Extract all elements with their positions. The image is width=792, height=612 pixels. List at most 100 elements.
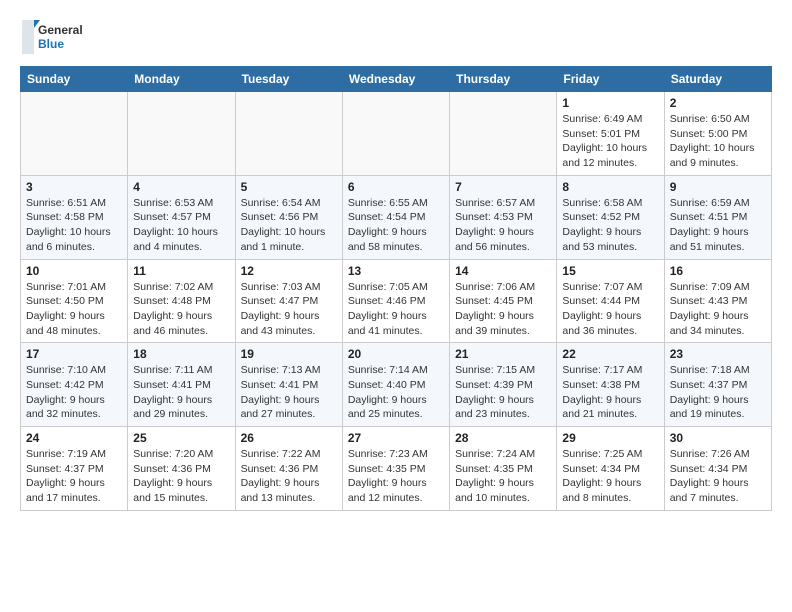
day-cell: 9 Sunrise: 6:59 AM Sunset: 4:51 PM Daylig… [664,175,771,259]
day-number: 18 [133,347,229,361]
day-cell: 22Sunrise: 7:17 AM Sunset: 4:38 PM Dayli… [557,343,664,427]
day-info: Sunrise: 6:59 AM Sunset: 4:51 PM Dayligh… [670,196,766,255]
day-number: 7 [455,180,551,194]
day-number: 13 [348,264,444,278]
day-number: 4 [133,180,229,194]
weekday-saturday: Saturday [664,67,771,92]
weekday-sunday: Sunday [21,67,128,92]
day-cell: 1 Sunrise: 6:49 AM Sunset: 5:01 PM Daylig… [557,92,664,176]
day-cell: 25 Sunrise: 7:20 AM Sunset: 4:36 PM Dayli… [128,427,235,511]
day-number: 6 [348,180,444,194]
day-info: Sunrise: 7:26 AM Sunset: 4:34 PM Dayligh… [670,447,766,506]
weekday-header: SundayMondayTuesdayWednesdayThursdayFrid… [21,67,772,92]
day-number: 23 [670,347,766,361]
day-cell [128,92,235,176]
day-number: 12 [241,264,337,278]
day-cell: 28 Sunrise: 7:24 AM Sunset: 4:35 PM Dayli… [450,427,557,511]
day-cell [342,92,449,176]
day-info: Sunrise: 7:20 AM Sunset: 4:36 PM Dayligh… [133,447,229,506]
day-info: Sunrise: 7:17 AM Sunset: 4:38 PM Dayligh… [562,363,658,422]
day-number: 29 [562,431,658,445]
day-number: 20 [348,347,444,361]
day-number: 1 [562,96,658,110]
day-cell [450,92,557,176]
day-number: 10 [26,264,122,278]
day-info: Sunrise: 7:15 AM Sunset: 4:39 PM Dayligh… [455,363,551,422]
day-info: Sunrise: 7:07 AM Sunset: 4:44 PM Dayligh… [562,280,658,339]
day-info: Sunrise: 6:49 AM Sunset: 5:01 PM Dayligh… [562,112,658,171]
calendar: SundayMondayTuesdayWednesdayThursdayFrid… [20,66,772,511]
day-number: 17 [26,347,122,361]
day-number: 28 [455,431,551,445]
svg-text:Blue: Blue [38,37,64,51]
day-cell: 14Sunrise: 7:06 AM Sunset: 4:45 PM Dayli… [450,259,557,343]
day-cell: 2 Sunrise: 6:50 AM Sunset: 5:00 PM Daylig… [664,92,771,176]
weekday-thursday: Thursday [450,67,557,92]
day-info: Sunrise: 7:22 AM Sunset: 4:36 PM Dayligh… [241,447,337,506]
weekday-monday: Monday [128,67,235,92]
day-info: Sunrise: 6:53 AM Sunset: 4:57 PM Dayligh… [133,196,229,255]
day-info: Sunrise: 7:24 AM Sunset: 4:35 PM Dayligh… [455,447,551,506]
day-cell: 7Sunrise: 6:57 AM Sunset: 4:53 PM Daylig… [450,175,557,259]
day-cell: 21 Sunrise: 7:15 AM Sunset: 4:39 PM Dayli… [450,343,557,427]
day-cell: 10Sunrise: 7:01 AM Sunset: 4:50 PM Dayli… [21,259,128,343]
day-number: 25 [133,431,229,445]
day-info: Sunrise: 7:06 AM Sunset: 4:45 PM Dayligh… [455,280,551,339]
day-cell: 8 Sunrise: 6:58 AM Sunset: 4:52 PM Daylig… [557,175,664,259]
day-cell: 26 Sunrise: 7:22 AM Sunset: 4:36 PM Dayli… [235,427,342,511]
day-number: 24 [26,431,122,445]
weekday-tuesday: Tuesday [235,67,342,92]
day-info: Sunrise: 7:18 AM Sunset: 4:37 PM Dayligh… [670,363,766,422]
day-info: Sunrise: 7:19 AM Sunset: 4:37 PM Dayligh… [26,447,122,506]
day-cell: 15 Sunrise: 7:07 AM Sunset: 4:44 PM Dayli… [557,259,664,343]
day-number: 19 [241,347,337,361]
day-info: Sunrise: 7:05 AM Sunset: 4:46 PM Dayligh… [348,280,444,339]
calendar-body: 1 Sunrise: 6:49 AM Sunset: 5:01 PM Daylig… [21,92,772,511]
day-cell [235,92,342,176]
logo-svg: General Blue [20,18,90,58]
day-info: Sunrise: 7:13 AM Sunset: 4:41 PM Dayligh… [241,363,337,422]
day-cell [21,92,128,176]
day-info: Sunrise: 7:02 AM Sunset: 4:48 PM Dayligh… [133,280,229,339]
day-number: 2 [670,96,766,110]
day-info: Sunrise: 6:58 AM Sunset: 4:52 PM Dayligh… [562,196,658,255]
day-number: 21 [455,347,551,361]
day-cell: 29Sunrise: 7:25 AM Sunset: 4:34 PM Dayli… [557,427,664,511]
week-row-3: 10Sunrise: 7:01 AM Sunset: 4:50 PM Dayli… [21,259,772,343]
day-cell: 11Sunrise: 7:02 AM Sunset: 4:48 PM Dayli… [128,259,235,343]
day-number: 8 [562,180,658,194]
day-number: 9 [670,180,766,194]
day-number: 16 [670,264,766,278]
day-cell: 18 Sunrise: 7:11 AM Sunset: 4:41 PM Dayli… [128,343,235,427]
week-row-1: 1 Sunrise: 6:49 AM Sunset: 5:01 PM Daylig… [21,92,772,176]
day-cell: 12 Sunrise: 7:03 AM Sunset: 4:47 PM Dayli… [235,259,342,343]
day-number: 3 [26,180,122,194]
day-info: Sunrise: 7:14 AM Sunset: 4:40 PM Dayligh… [348,363,444,422]
day-cell: 27Sunrise: 7:23 AM Sunset: 4:35 PM Dayli… [342,427,449,511]
day-info: Sunrise: 7:09 AM Sunset: 4:43 PM Dayligh… [670,280,766,339]
day-info: Sunrise: 7:03 AM Sunset: 4:47 PM Dayligh… [241,280,337,339]
day-number: 27 [348,431,444,445]
day-cell: 17 Sunrise: 7:10 AM Sunset: 4:42 PM Dayli… [21,343,128,427]
page: General Blue SundayMondayTuesdayWednesda… [0,0,792,612]
day-info: Sunrise: 6:50 AM Sunset: 5:00 PM Dayligh… [670,112,766,171]
day-info: Sunrise: 6:54 AM Sunset: 4:56 PM Dayligh… [241,196,337,255]
day-number: 15 [562,264,658,278]
day-cell: 23 Sunrise: 7:18 AM Sunset: 4:37 PM Dayli… [664,343,771,427]
day-info: Sunrise: 6:55 AM Sunset: 4:54 PM Dayligh… [348,196,444,255]
svg-text:General: General [38,23,83,37]
day-cell: 5Sunrise: 6:54 AM Sunset: 4:56 PM Daylig… [235,175,342,259]
day-cell: 20 Sunrise: 7:14 AM Sunset: 4:40 PM Dayli… [342,343,449,427]
day-cell: 6 Sunrise: 6:55 AM Sunset: 4:54 PM Daylig… [342,175,449,259]
week-row-2: 3Sunrise: 6:51 AM Sunset: 4:58 PM Daylig… [21,175,772,259]
day-info: Sunrise: 7:11 AM Sunset: 4:41 PM Dayligh… [133,363,229,422]
day-cell: 3Sunrise: 6:51 AM Sunset: 4:58 PM Daylig… [21,175,128,259]
day-cell: 13 Sunrise: 7:05 AM Sunset: 4:46 PM Dayli… [342,259,449,343]
logo: General Blue [20,18,90,58]
day-info: Sunrise: 7:10 AM Sunset: 4:42 PM Dayligh… [26,363,122,422]
header: General Blue [20,16,772,58]
day-cell: 19 Sunrise: 7:13 AM Sunset: 4:41 PM Dayli… [235,343,342,427]
day-cell: 30Sunrise: 7:26 AM Sunset: 4:34 PM Dayli… [664,427,771,511]
day-number: 26 [241,431,337,445]
week-row-5: 24 Sunrise: 7:19 AM Sunset: 4:37 PM Dayli… [21,427,772,511]
